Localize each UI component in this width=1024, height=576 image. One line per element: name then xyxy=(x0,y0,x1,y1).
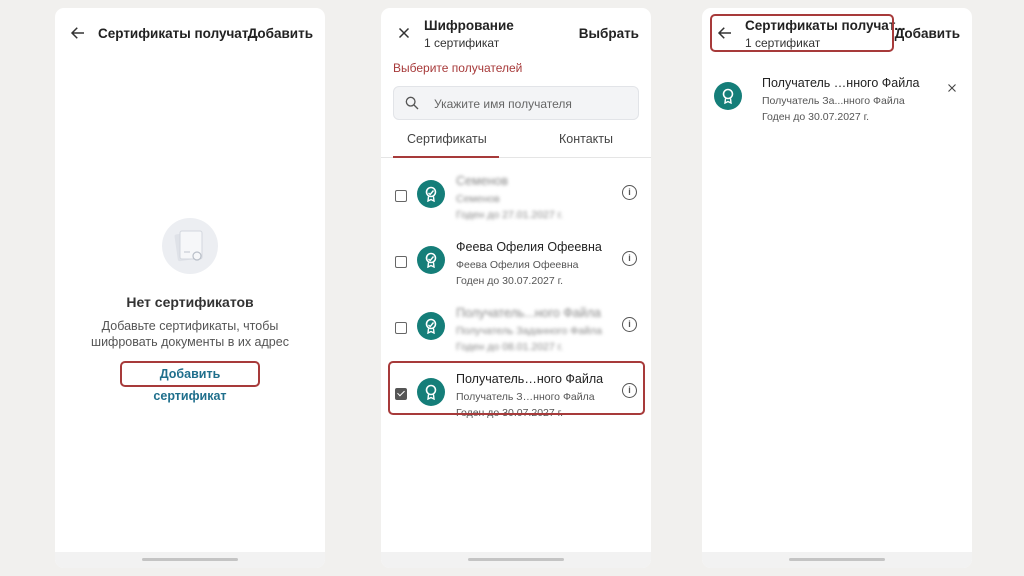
remove-icon[interactable] xyxy=(946,82,958,94)
certificate-owner: Феева Офелия Офеевна xyxy=(456,259,579,271)
checkbox[interactable] xyxy=(395,256,407,268)
add-button[interactable]: Добавить xyxy=(248,26,313,41)
list-item[interactable]: Получатель …нного Файла Получатель За...… xyxy=(702,68,972,134)
search-placeholder: Укажите имя получателя xyxy=(434,97,572,111)
list-item[interactable]: Семенов Семенов Годен до 27.01.2027 г. i xyxy=(381,166,651,232)
certificate-badge-icon xyxy=(417,312,445,340)
recipient-search[interactable]: Укажите имя получателя xyxy=(393,86,639,120)
title-text: Шифрование xyxy=(424,18,514,33)
select-button[interactable]: Выбрать xyxy=(579,26,639,41)
screen-encryption: Шифрование 1 сертификат Выбрать Выберите… xyxy=(381,8,651,568)
info-icon[interactable]: i xyxy=(622,317,637,332)
app-bar: Сертификаты получат... Добавить xyxy=(55,8,325,60)
home-indicator[interactable] xyxy=(468,558,564,561)
certificate-name: Феева Офелия Офеевна xyxy=(456,240,602,254)
page-title: Шифрование 1 сертификат xyxy=(424,18,514,50)
certificate-expiry: Годен до 30.07.2027 г. xyxy=(762,111,870,123)
selected-row-highlight xyxy=(388,361,645,415)
certificate-badge-icon xyxy=(417,246,445,274)
info-icon[interactable]: i xyxy=(622,185,637,200)
certificate-name: Семенов xyxy=(456,174,509,188)
certificate-owner: Семенов xyxy=(456,193,500,205)
list-item[interactable]: Получатель...ного Файла Получатель Задан… xyxy=(381,298,651,364)
screen-empty-certificates: Сертификаты получат... Добавить Нет серт… xyxy=(55,8,325,568)
certificate-expiry: Годен до 30.07.2027 г. xyxy=(456,275,564,287)
search-icon xyxy=(405,96,419,110)
screen-recipient-certificates: Сертификаты получат... 1 сертификат Доба… xyxy=(702,8,972,568)
system-nav-bar xyxy=(381,552,651,568)
back-arrow-icon[interactable] xyxy=(69,24,87,42)
system-nav-bar xyxy=(55,552,325,568)
certificate-owner: Получатель За...нного Файла xyxy=(762,95,905,107)
certificate-badge-icon xyxy=(714,82,742,110)
tab-certificates[interactable]: Сертификаты xyxy=(407,132,487,146)
certificate-name: Получатель …нного Файла xyxy=(762,76,920,90)
add-certificate-link[interactable]: Добавить сертификат xyxy=(120,361,260,403)
home-indicator[interactable] xyxy=(142,558,238,561)
home-indicator[interactable] xyxy=(789,558,885,561)
page-subtitle: 1 сертификат xyxy=(424,36,500,50)
empty-certificate-illustration-icon xyxy=(162,218,218,274)
list-item[interactable]: Феева Офелия Офеевна Феева Офелия Офеевн… xyxy=(381,232,651,298)
certificate-badge-icon xyxy=(417,180,445,208)
certificate-expiry: Годен до 08.01.2027 г. xyxy=(456,341,564,353)
page-title: Сертификаты получат... xyxy=(98,26,259,41)
certificate-name: Получатель...ного Файла xyxy=(456,306,601,320)
empty-state-title: Нет сертификатов xyxy=(126,294,254,310)
checkbox[interactable] xyxy=(395,190,407,202)
tabs: Сертификаты Контакты xyxy=(381,126,651,158)
active-tab-indicator xyxy=(393,156,499,158)
title-highlight xyxy=(710,14,894,52)
app-bar: Шифрование 1 сертификат Выбрать xyxy=(381,8,651,60)
empty-state-description: Добавьте сертификаты, чтобы шифровать до… xyxy=(91,319,289,349)
select-recipients-warning: Выберите получателей xyxy=(393,61,523,75)
close-icon[interactable] xyxy=(395,24,413,42)
certificate-expiry: Годен до 27.01.2027 г. xyxy=(456,209,564,221)
info-icon[interactable]: i xyxy=(622,251,637,266)
tab-contacts[interactable]: Контакты xyxy=(559,132,613,146)
checkbox[interactable] xyxy=(395,322,407,334)
certificate-owner: Получатель Заданного Файла xyxy=(456,325,602,337)
add-button[interactable]: Добавить xyxy=(895,26,960,41)
system-nav-bar xyxy=(702,552,972,568)
